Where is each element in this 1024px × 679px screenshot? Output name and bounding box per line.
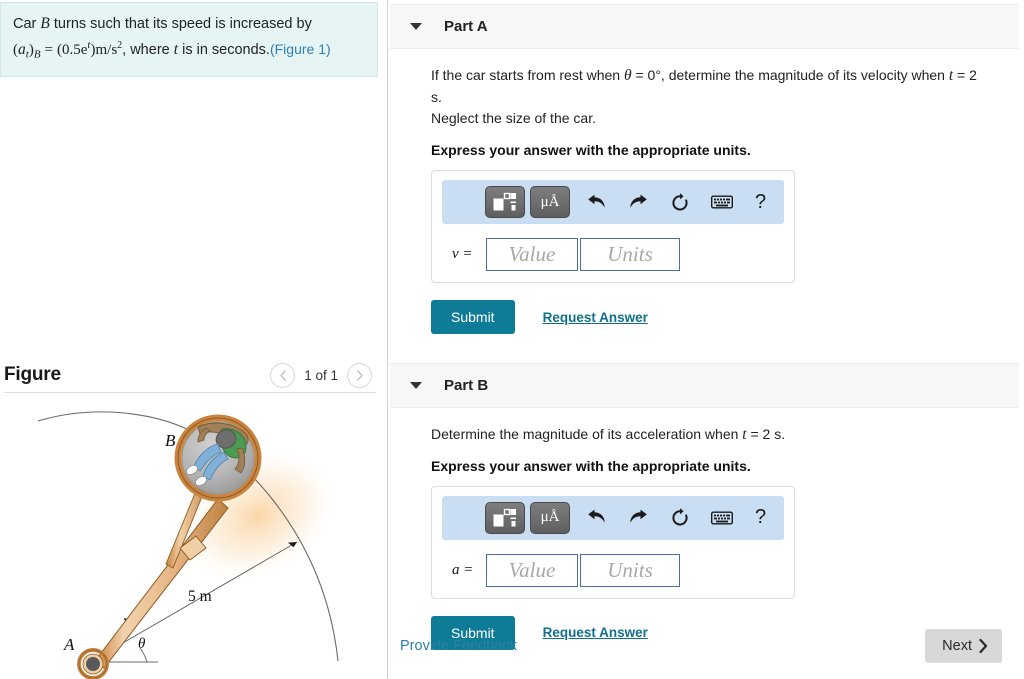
- part-a-q-tail: Neglect the size of the car.: [431, 109, 596, 126]
- micro-angstrom-units-icon: μÅ: [540, 193, 560, 210]
- problem-statement: Car B turns such that its speed is incre…: [0, 2, 378, 78]
- chevron-right-icon: [979, 639, 988, 653]
- redo-button[interactable]: [621, 186, 655, 218]
- redo-button[interactable]: [621, 502, 655, 534]
- micro-angstrom-units-icon: μÅ: [540, 509, 560, 526]
- eq-rhs-units: )m/s: [90, 42, 118, 59]
- part-a-variable-label: v =: [452, 246, 473, 263]
- part-a-instruction: Express your answer with the appropriate…: [431, 142, 751, 159]
- math-template-button[interactable]: [485, 186, 525, 219]
- part-a-question: If the car starts from rest when θ = 0°,…: [431, 65, 991, 128]
- reset-button[interactable]: [663, 502, 697, 534]
- part-a-submit-button[interactable]: Submit: [431, 300, 515, 335]
- problem-text-pre: Car: [13, 16, 41, 32]
- redo-arrow-icon: [629, 194, 647, 208]
- figure-pagination: 1 of 1: [270, 362, 372, 388]
- footer-bar: Provide Feedback Next: [388, 629, 1024, 663]
- keyboard-button[interactable]: [705, 186, 739, 218]
- eq-where-post: is in seconds.: [178, 42, 270, 59]
- next-button-label: Next: [942, 638, 972, 654]
- part-b-variable-label: a =: [452, 561, 474, 578]
- part-a-q-mid: , determine the magnitude of its velocit…: [660, 67, 949, 83]
- problem-line-1: Car B turns such that its speed is incre…: [13, 13, 365, 35]
- part-b-eq2: = 2 s.: [746, 426, 786, 443]
- reset-circular-arrow-icon: [672, 508, 688, 526]
- amusement-ride-diagram: B A 5 m θ: [37, 411, 340, 679]
- part-b-question: Determine the magnitude of its accelerat…: [431, 424, 991, 446]
- figure-image: B A 5 m θ: [0, 396, 380, 679]
- part-b-instruction: Express your answer with the appropriate…: [431, 457, 751, 474]
- part-a-header[interactable]: Part A: [390, 4, 1019, 49]
- label-point-b: B: [165, 431, 176, 450]
- part-a-theta: θ: [623, 67, 632, 84]
- help-button[interactable]: ?: [755, 506, 766, 529]
- part-a-body: If the car starts from rest when θ = 0°,…: [388, 65, 1024, 335]
- math-template-button[interactable]: [485, 501, 525, 534]
- label-point-a: A: [63, 635, 75, 654]
- figure-count-label: 1 of 1: [304, 367, 338, 383]
- chevron-left-icon: [280, 369, 286, 381]
- keyboard-button[interactable]: [705, 502, 739, 534]
- help-button[interactable]: ?: [755, 191, 766, 214]
- part-b-body: Determine the magnitude of its accelerat…: [388, 424, 1024, 650]
- part-a-units-input[interactable]: Units: [580, 238, 680, 272]
- eq-rhs-open: (0.5e: [57, 42, 88, 59]
- math-template-icon: [493, 508, 516, 527]
- part-a-submit-row: Submit Request Answer: [431, 300, 1024, 335]
- figure-header: Figure 1 of 1: [0, 358, 380, 392]
- eq-a: a: [18, 41, 26, 59]
- figure-1-link[interactable]: (Figure 1): [270, 41, 331, 57]
- chevron-right-icon: [356, 369, 363, 381]
- undo-button[interactable]: [579, 502, 613, 534]
- part-a-math-toolbar: μÅ ?: [442, 180, 784, 225]
- reset-circular-arrow-icon: [672, 192, 688, 211]
- collapse-caret-icon[interactable]: [410, 382, 422, 390]
- part-a-value-input[interactable]: Value: [486, 238, 578, 272]
- part-a-q-pre: If the car starts from rest when: [431, 67, 624, 83]
- problem-line-2: (at)B = (0.5et)m/s2, where t is in seconds…: [13, 38, 365, 64]
- part-a-input-row: v = Value Units: [442, 238, 784, 272]
- keyboard-icon: [711, 511, 733, 525]
- part-a-answer-box: μÅ ? v = Value Units: [431, 170, 795, 284]
- figure-divider: [4, 392, 376, 393]
- next-button[interactable]: Next: [925, 629, 1002, 663]
- figure-next-button[interactable]: [347, 362, 372, 388]
- label-radius: 5 m: [188, 588, 212, 605]
- redo-arrow-icon: [629, 509, 647, 523]
- undo-arrow-icon: [587, 509, 605, 523]
- label-theta: θ: [138, 636, 146, 652]
- math-template-icon: [493, 192, 516, 211]
- part-b-header[interactable]: Part B: [390, 363, 1019, 409]
- part-a-title: Part A: [444, 18, 488, 35]
- problem-text-post: turns such that its speed is increased b…: [49, 16, 312, 32]
- right-panel: Part A If the car starts from rest when …: [388, 0, 1024, 679]
- collapse-caret-icon[interactable]: [410, 23, 422, 30]
- part-b-title: Part B: [444, 377, 489, 395]
- part-a-eq1: = 0°: [631, 67, 661, 83]
- undo-button[interactable]: [579, 186, 613, 218]
- provide-feedback-link[interactable]: Provide Feedback: [400, 638, 517, 654]
- part-b-input-row: a = Value Units: [442, 553, 784, 587]
- problem-var-b: B: [40, 15, 50, 32]
- part-b-math-toolbar: μÅ ?: [442, 495, 784, 540]
- eq-equals: =: [44, 42, 54, 59]
- eq-where-pre: , where: [122, 42, 174, 59]
- units-button[interactable]: μÅ: [530, 501, 570, 534]
- keyboard-icon: [711, 195, 733, 209]
- problem-page: Car B turns such that its speed is incre…: [0, 0, 1024, 679]
- undo-arrow-icon: [587, 194, 605, 208]
- eq-sub-b: B: [33, 49, 41, 62]
- part-a-request-answer-link[interactable]: Request Answer: [543, 310, 648, 325]
- part-b-q-pre: Determine the magnitude of its accelerat…: [431, 426, 743, 443]
- reset-button[interactable]: [663, 186, 697, 218]
- left-panel: Car B turns such that its speed is incre…: [0, 0, 388, 679]
- part-b-value-input[interactable]: Value: [486, 553, 578, 587]
- figure-prev-button[interactable]: [270, 362, 296, 388]
- units-button[interactable]: μÅ: [530, 186, 570, 219]
- part-b-answer-box: μÅ ? a = Value Units: [431, 485, 795, 599]
- part-b-units-input[interactable]: Units: [580, 553, 680, 587]
- figure-title: Figure: [4, 364, 61, 385]
